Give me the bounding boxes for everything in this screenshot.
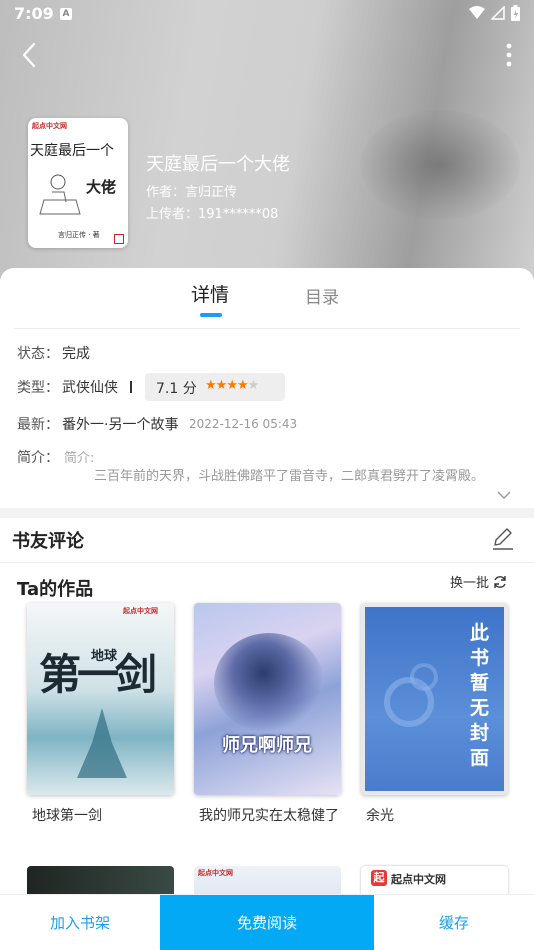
intro-label: 简介： (17, 450, 59, 466)
add-to-shelf-button[interactable]: 加入书架 (0, 895, 160, 950)
book-header: 7:09 A 起点中文网 天庭最后一个 大佬 言归正传 · 著 天庭最后一个大佬… (0, 0, 534, 280)
section-divider (0, 508, 534, 518)
back-arrow-icon[interactable] (16, 40, 44, 70)
cover-illustration (214, 633, 324, 733)
latest-label: 最新： (17, 417, 59, 433)
work-name-2[interactable]: 我的师兄实在太稳健了 (199, 805, 339, 827)
notification-icon: A (60, 8, 72, 20)
free-read-button[interactable]: 免费阅读 (160, 895, 374, 950)
tab-divider (14, 328, 520, 329)
cover-title-line1: 天庭最后一个 (30, 143, 114, 159)
comments-divider (0, 562, 534, 563)
work-cover-1[interactable]: 起点中文网 地球 第一剑 (27, 603, 174, 795)
qidian-logo-icon: 起 (371, 870, 387, 886)
book-cover[interactable]: 起点中文网 天庭最后一个 大佬 言归正传 · 著 (28, 118, 128, 248)
tab-indicator (200, 313, 222, 317)
work-cover-title: 此书暂无封面 (470, 622, 490, 769)
cover-title-line2: 大佬 (86, 178, 117, 196)
book-title: 天庭最后一个大佬 (146, 154, 290, 175)
type-label: 类型： (17, 380, 59, 396)
status-value: 完成 (62, 346, 90, 362)
tag-separator (130, 381, 132, 393)
star-half-icon: ★ (236, 378, 249, 393)
work-cover-5[interactable]: 起点中文网 (194, 866, 341, 896)
work-cover-brand: 起点中文网 (198, 869, 233, 877)
works-title: Ta的作品 (17, 579, 94, 600)
wifi-icon (469, 6, 485, 19)
cover-seal (114, 234, 124, 244)
battery-icon (511, 5, 520, 21)
status-label: 状态： (17, 346, 59, 362)
tab-toc[interactable]: 目录 (305, 283, 339, 308)
refresh-label: 换一批 (450, 576, 490, 591)
rating-stars: ★★★★★ (205, 378, 260, 393)
work-cover-brand: 起点中文网 (391, 873, 446, 886)
score-text: 7.1 分 (156, 381, 197, 397)
work-cover-6[interactable]: 起 起点中文网 (361, 866, 508, 896)
tab-detail[interactable]: 详情 (191, 280, 229, 307)
cache-button[interactable]: 缓存 (374, 895, 534, 950)
star-icon: ★ (205, 378, 217, 393)
more-options-icon[interactable] (504, 42, 514, 68)
status-icons (469, 5, 520, 21)
cover-brand: 起点中文网 (32, 122, 67, 130)
placeholder-cover: 此书暂无封面 (365, 607, 504, 791)
refresh-button[interactable]: 换一批 (450, 572, 508, 591)
work-cover-brand: 起点中文网 (123, 607, 158, 615)
work-name-3[interactable]: 余光 (366, 805, 506, 827)
type-value[interactable]: 武侠仙侠 (62, 377, 118, 397)
refresh-icon (494, 575, 506, 588)
cover-author: 言归正传 · 著 (58, 231, 100, 239)
cover-illustration (39, 174, 81, 215)
intro-head: 简介: (64, 451, 95, 466)
status-time: 7:09 (14, 4, 54, 23)
star-icon: ★ (226, 378, 238, 393)
bottom-action-bar: 加入书架 免费阅读 缓存 (0, 894, 534, 950)
work-name-1[interactable]: 地球第一剑 (32, 805, 172, 827)
work-cover-2[interactable]: 师兄啊师兄 (194, 603, 341, 795)
work-cover-title: 第一剑 (39, 650, 157, 699)
cover-illustration (77, 708, 127, 778)
latest-chapter[interactable]: 番外一·另一个故事 (62, 414, 178, 434)
comments-title: 书友评论 (12, 531, 84, 552)
cover-pattern (384, 663, 438, 727)
latest-update-time: 2022-12-16 05:43 (189, 417, 298, 431)
header-blur-background (360, 110, 520, 220)
book-author[interactable]: 作者：言归正传 (146, 181, 237, 200)
work-cover-3[interactable]: 此书暂无封面 (361, 603, 508, 795)
status-bar: 7:09 A (0, 0, 534, 28)
edit-icon[interactable] (490, 526, 516, 552)
star-empty-icon: ★ (247, 378, 260, 393)
chevron-down-icon[interactable] (497, 490, 511, 500)
intro-text[interactable]: 三百年前的天界，斗战胜佛踏平了雷音寺，二郎真君劈开了凌霄殿。 (64, 466, 534, 488)
work-cover-title: 师兄啊师兄 (222, 735, 312, 756)
book-uploader: 上传者：191******08 (146, 207, 279, 222)
signal-icon (491, 6, 505, 20)
star-icon: ★ (215, 378, 228, 393)
work-cover-4[interactable] (27, 866, 174, 896)
